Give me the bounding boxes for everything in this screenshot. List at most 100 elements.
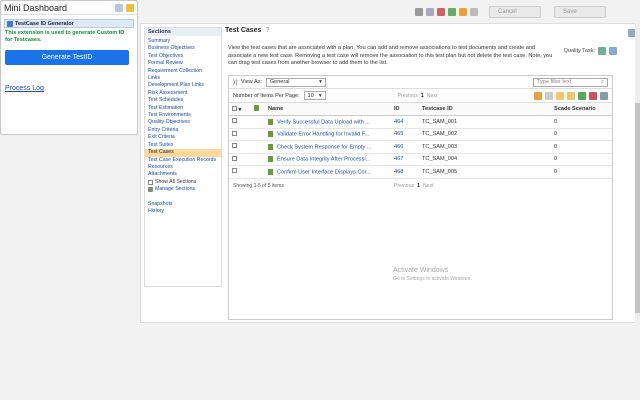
test-case-name-link[interactable]: Ensure Data Integrity After Processi... [277, 156, 370, 162]
cancel-button[interactable]: Cancel [489, 6, 541, 18]
link-icon[interactable] [448, 8, 456, 16]
section-test-schedules[interactable]: Test Schedules [145, 97, 221, 104]
mini-dashboard: Mini Dashboard TestCase ID Generator Thi… [0, 0, 138, 135]
table-row[interactable]: Check System Response for Empty ... 466 … [229, 140, 612, 154]
scrollbar-thumb[interactable] [635, 103, 640, 313]
table-row[interactable]: Validate Error Handling for Invalid F...… [229, 128, 612, 141]
section-history[interactable]: History [145, 208, 221, 215]
section-resources[interactable]: Resources [145, 164, 221, 171]
section-formal-review[interactable]: Formal Review [145, 60, 221, 67]
test-case-id-link[interactable]: 464 [391, 115, 419, 129]
test-case-name-link[interactable]: Confirm User Interface Displays Cor... [277, 169, 371, 175]
test-case-name-link[interactable]: Check System Response for Empty ... [277, 144, 372, 150]
save-button[interactable]: Save [554, 6, 606, 18]
section-test-suites[interactable]: Test Suites [145, 142, 221, 149]
test-case-name-link[interactable]: Validate Error Handling for Invalid F... [277, 131, 369, 137]
main-panel: Sections Summary Business Objectives Tes… [140, 23, 640, 323]
row-checkbox[interactable] [232, 118, 237, 124]
row-checkbox[interactable] [232, 155, 237, 161]
filter-icon[interactable] [556, 91, 564, 100]
columns-icon[interactable] [600, 91, 608, 100]
remove-icon[interactable] [589, 91, 597, 100]
section-exit-criteria[interactable]: Exit Criteria [145, 134, 221, 141]
content-description: View the test cases that are associated … [228, 45, 553, 66]
testcase-id-cell: TC_SAM_001 [419, 115, 551, 129]
row-checkbox[interactable] [232, 130, 237, 136]
lock-icon[interactable] [470, 8, 478, 16]
section-test-case-execution-records[interactable]: Test Case Execution Records [145, 157, 221, 164]
previous-link[interactable]: Previous [394, 183, 414, 189]
show-all-sections[interactable]: Show All Sections [145, 179, 221, 186]
section-development-plan-links[interactable]: Development Plan Links [145, 82, 221, 89]
section-risk-assessment[interactable]: Risk Assessment [145, 90, 221, 97]
testcase-id-cell: TC_SAM_003 [419, 140, 551, 154]
test-case-id-link[interactable]: 468 [391, 165, 419, 179]
page-title: Test Cases [225, 27, 262, 34]
row-checkbox[interactable] [232, 143, 237, 149]
test-case-icon [268, 118, 273, 125]
generate-testid-button[interactable]: Generate TestID [5, 50, 129, 65]
next-link[interactable]: Next [427, 93, 438, 99]
test-case-name-link[interactable]: Verify Successful Data Upload with ... [277, 119, 370, 125]
name-column-header[interactable]: Name [265, 102, 391, 116]
help-icon[interactable]: ? [265, 27, 269, 34]
section-test-objectives[interactable]: Test Objectives [145, 53, 221, 60]
section-quality-objectives[interactable]: Quality Objectives [145, 119, 221, 126]
refresh-icon[interactable] [567, 91, 575, 100]
previous-link[interactable]: Previous [398, 93, 418, 99]
link-task-icon[interactable] [609, 47, 617, 55]
scade-cell: 0 [551, 115, 612, 129]
page-scrollbar[interactable] [635, 23, 640, 323]
process-log-link[interactable]: Process Log [5, 85, 133, 92]
next-link[interactable]: Next [423, 183, 434, 189]
add-task-icon[interactable] [598, 47, 606, 55]
search-icon[interactable]: ⌕ [601, 79, 604, 86]
section-test-environments[interactable]: Test Environments [145, 112, 221, 119]
table-row[interactable]: Ensure Data Integrity After Processi... … [229, 153, 612, 166]
section-test-estimation[interactable]: Test Estimation [145, 105, 221, 112]
show-all-checkbox[interactable] [148, 179, 153, 185]
scade-cell: 0 [551, 128, 612, 141]
chevron-down-icon: ▾ [318, 92, 322, 99]
row-checkbox[interactable] [232, 168, 237, 174]
testcase-id-column-header[interactable]: Testcase ID [419, 102, 551, 116]
select-all-column[interactable]: ▾ [229, 102, 251, 116]
move-icon[interactable] [545, 91, 553, 100]
add-icon[interactable] [534, 91, 542, 100]
section-entry-criteria[interactable]: Entry Criteria [145, 127, 221, 134]
subscribe-icon[interactable] [459, 8, 467, 16]
section-business-objectives[interactable]: Business Objectives [145, 45, 221, 52]
view-as-select[interactable]: General ▾ [265, 77, 326, 87]
watermark-subtitle: Go to Settings to activate Windows. [393, 276, 472, 282]
filter-input[interactable]: Type filter text ⌕ [533, 77, 608, 87]
content-header: Test Cases ? [225, 27, 639, 34]
copy-icon[interactable] [426, 8, 434, 16]
section-requirement-collection-links[interactable]: Links [145, 75, 221, 82]
section-attachments[interactable]: Attachments [145, 171, 221, 178]
refresh-icon[interactable] [115, 3, 123, 12]
dashboard-title: Mini Dashboard [4, 2, 68, 13]
test-case-id-link[interactable]: 466 [391, 140, 419, 154]
mail-icon[interactable] [437, 8, 445, 16]
pin-icon[interactable] [126, 3, 134, 12]
section-summary[interactable]: Summary [145, 38, 221, 45]
section-requirement-collection[interactable]: Requirement Collection [145, 68, 221, 75]
table-row[interactable]: Confirm User Interface Displays Cor... 4… [229, 165, 612, 179]
section-snapshots[interactable]: Snapshots [145, 201, 221, 208]
test-case-icon [268, 131, 273, 137]
scade-column-header[interactable]: Scade Scenario [551, 102, 612, 116]
create-icon[interactable] [578, 91, 586, 100]
id-column-header[interactable]: ID [391, 102, 419, 116]
items-per-page-select[interactable]: 10 ▾ [303, 91, 326, 100]
section-test-cases[interactable]: Test Cases [145, 149, 221, 157]
show-all-label: Show All Sections [155, 178, 197, 185]
table-row[interactable]: Verify Successful Data Upload with ... 4… [229, 115, 612, 129]
quality-task-label: Quality Task: [563, 48, 595, 54]
testcase-id-cell: TC_SAM_002 [419, 128, 551, 141]
manage-sections-label: Manage Sections [155, 186, 196, 193]
test-case-id-link[interactable]: 465 [391, 128, 419, 141]
print-icon[interactable] [415, 8, 423, 16]
manage-sections[interactable]: Manage Sections [145, 186, 221, 193]
collapse-icon[interactable]: ⟩| [233, 79, 237, 86]
test-case-id-link[interactable]: 467 [391, 153, 419, 166]
